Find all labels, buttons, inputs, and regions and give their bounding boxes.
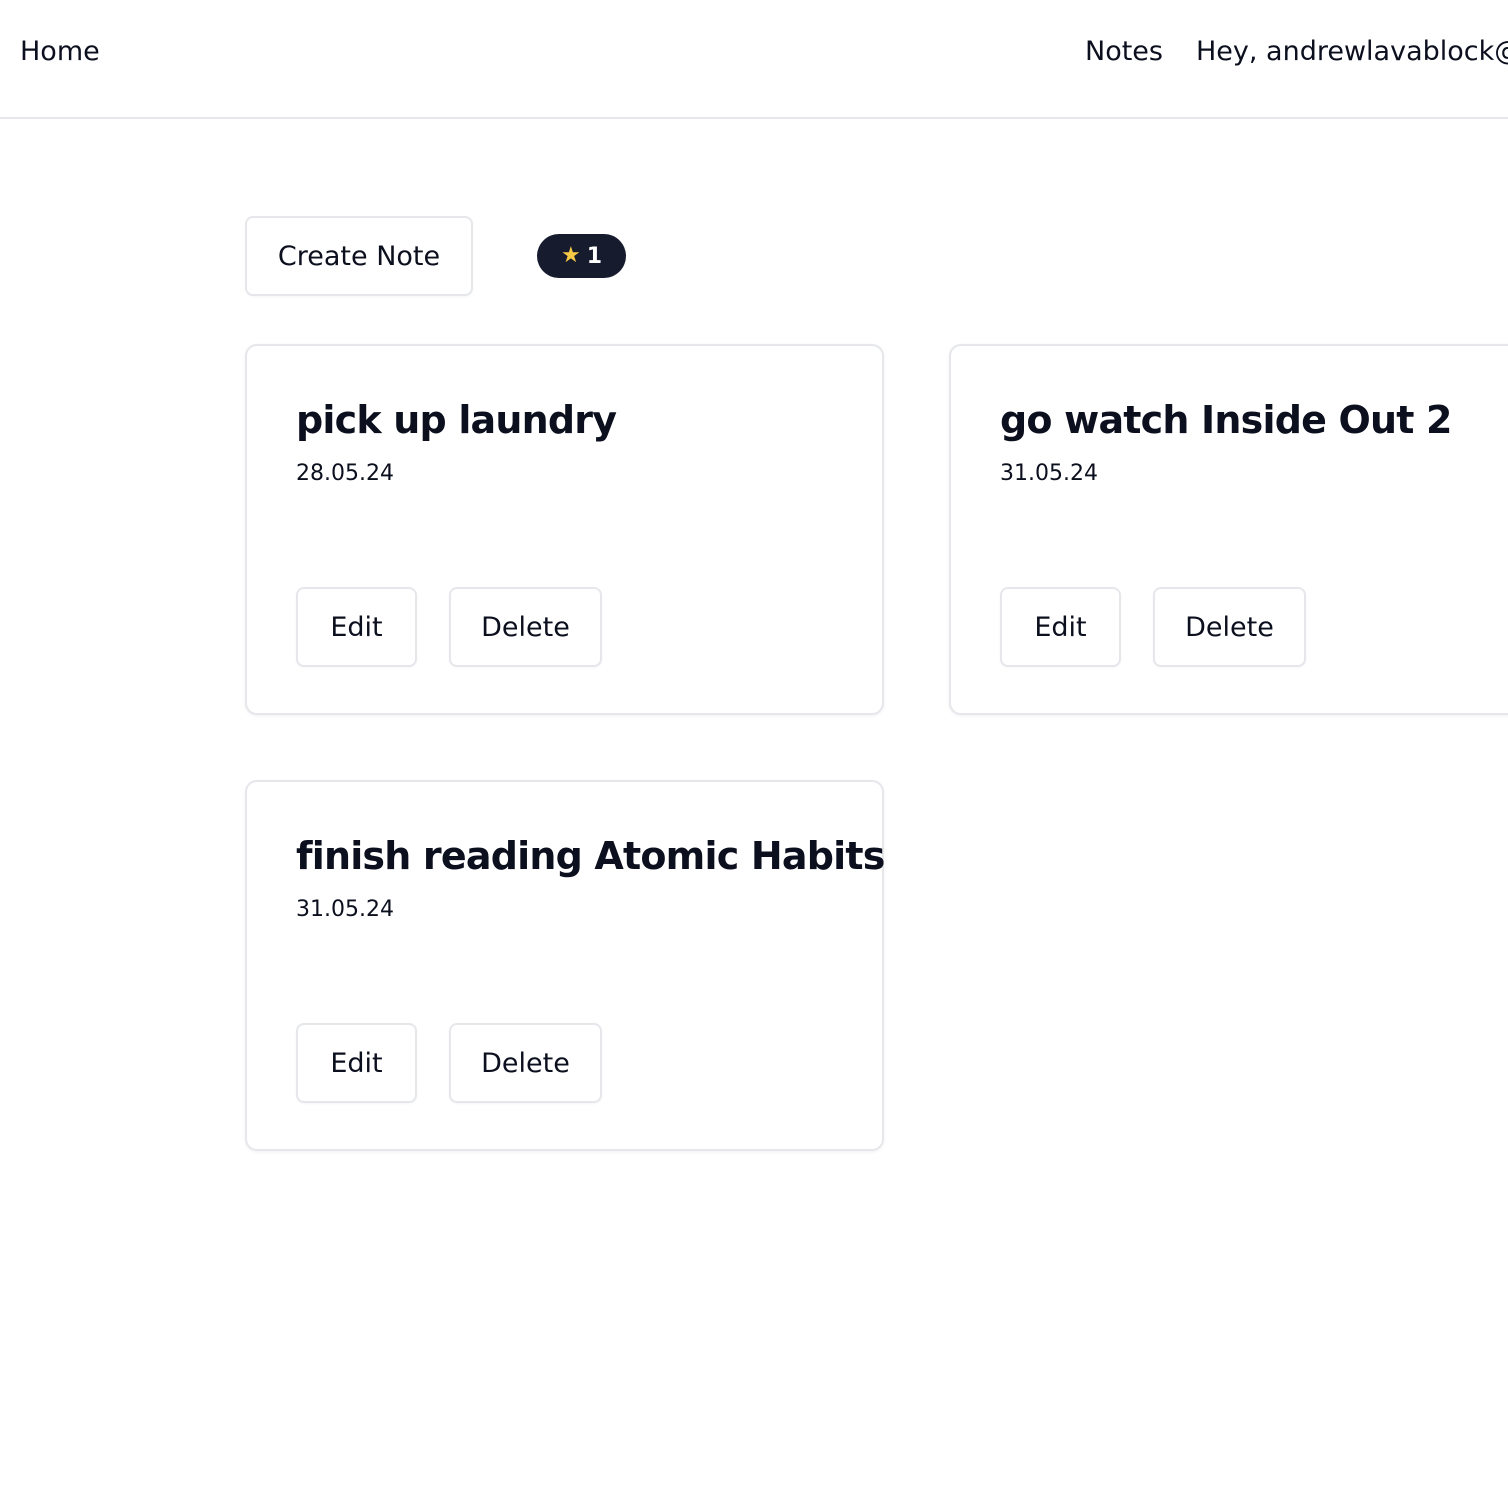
note-title: pick up laundry [296, 398, 617, 442]
note-date: 28.05.24 [296, 461, 394, 486]
note-card: pick up laundry 28.05.24 Edit Delete [245, 344, 884, 715]
edit-note-button[interactable]: Edit [1000, 587, 1121, 667]
note-date: 31.05.24 [296, 897, 394, 922]
note-title: finish reading Atomic Habits [296, 834, 885, 878]
nav-home-link[interactable]: Home [20, 36, 100, 67]
nav-notes-link[interactable]: Notes [1085, 36, 1163, 67]
edit-note-button[interactable]: Edit [296, 587, 417, 667]
delete-note-button[interactable]: Delete [1153, 587, 1306, 667]
edit-note-button[interactable]: Edit [296, 1023, 417, 1103]
user-greeting: Hey, andrewlavablock@ [1196, 36, 1508, 67]
create-note-button[interactable]: Create Note [245, 216, 473, 296]
delete-note-button[interactable]: Delete [449, 1023, 602, 1103]
note-card: go watch Inside Out 2 31.05.24 Edit Dele… [949, 344, 1508, 715]
note-title: go watch Inside Out 2 [1000, 398, 1453, 442]
note-card: finish reading Atomic Habits 31.05.24 Ed… [245, 780, 885, 1151]
delete-note-button[interactable]: Delete [449, 587, 602, 667]
navbar: Home Notes Hey, andrewlavablock@ [0, 0, 1508, 119]
star-count: 1 [586, 243, 603, 269]
star-icon: ★ [560, 243, 581, 268]
github-star-badge[interactable]: ★ 1 [537, 234, 626, 278]
note-date: 31.05.24 [1000, 461, 1098, 486]
